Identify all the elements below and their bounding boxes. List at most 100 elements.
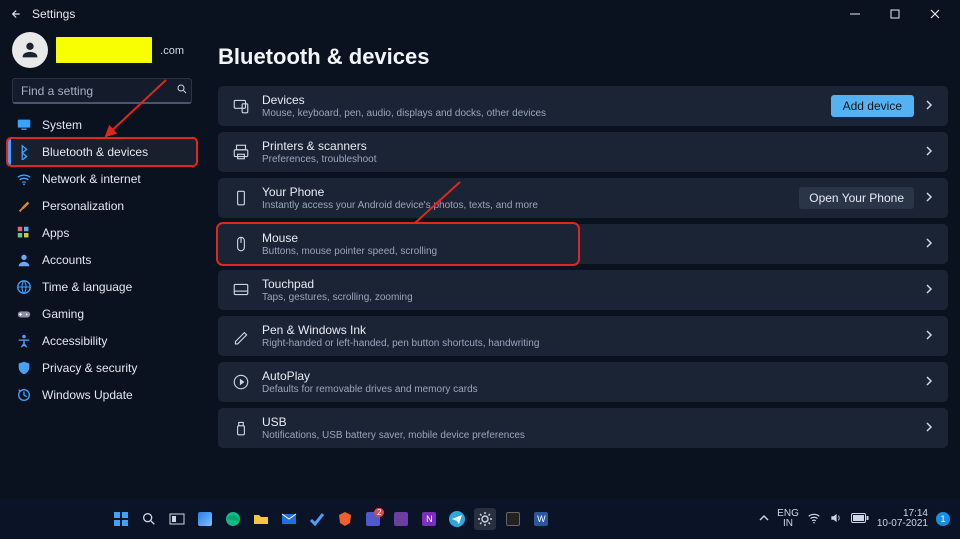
pinned-onenote[interactable]: N xyxy=(418,508,440,530)
card-title: Mouse xyxy=(262,231,564,245)
maximize-icon xyxy=(889,8,901,20)
nav-item-label: Privacy & security xyxy=(42,361,137,375)
card-subtitle: Preferences, troubleshoot xyxy=(262,154,924,165)
pinned-edge[interactable] xyxy=(222,508,244,530)
widgets-icon xyxy=(198,512,212,526)
taskbar: 2 N W ENG IN 17:14 10-07-2021 1 xyxy=(0,499,960,539)
card-title: Devices xyxy=(262,93,831,107)
monitor-icon xyxy=(16,117,32,133)
nav-item-accessibility[interactable]: Accessibility xyxy=(8,328,196,354)
nav-item-time-language[interactable]: Time & language xyxy=(8,274,196,300)
widgets-button[interactable] xyxy=(194,508,216,530)
nav-item-gaming[interactable]: Gaming xyxy=(8,301,196,327)
chevron-right-icon xyxy=(924,99,934,113)
account-profile[interactable] xyxy=(12,32,192,68)
pinned-settings[interactable] xyxy=(474,508,496,530)
chevron-right-icon xyxy=(924,237,934,251)
card-subtitle: Buttons, mouse pointer speed, scrolling xyxy=(262,246,564,257)
settings-card-mouse[interactable]: MouseButtons, mouse pointer speed, scrol… xyxy=(218,224,578,264)
pinned-brave[interactable] xyxy=(334,508,356,530)
globe-icon xyxy=(16,279,32,295)
pinned-mail[interactable] xyxy=(278,508,300,530)
maximize-button[interactable] xyxy=(876,0,914,28)
card-title: USB xyxy=(262,415,924,429)
close-button[interactable] xyxy=(916,0,954,28)
tray-volume[interactable] xyxy=(829,511,843,528)
nav-item-system[interactable]: System xyxy=(8,112,196,138)
search-box[interactable] xyxy=(12,78,192,104)
taskbar-search[interactable] xyxy=(138,508,160,530)
minimize-button[interactable] xyxy=(836,0,874,28)
settings-card-your-phone[interactable]: Your PhoneInstantly access your Android … xyxy=(218,178,948,218)
start-button[interactable] xyxy=(110,508,132,530)
back-button[interactable] xyxy=(6,7,24,21)
tray-notifications[interactable]: 1 xyxy=(936,512,950,526)
card-subtitle: Notifications, USB battery saver, mobile… xyxy=(262,430,924,441)
nav-item-accounts[interactable]: Accounts xyxy=(8,247,196,273)
nav-item-label: Time & language xyxy=(42,280,132,294)
content-area: Bluetooth & devices DevicesMouse, keyboa… xyxy=(196,28,952,499)
nav-item-label: Accounts xyxy=(42,253,91,267)
pinned-app-purple[interactable] xyxy=(390,508,412,530)
app-icon xyxy=(394,512,408,526)
settings-card-usb[interactable]: USBNotifications, USB battery saver, mob… xyxy=(218,408,948,448)
tray-clock[interactable]: 17:14 10-07-2021 xyxy=(877,509,928,529)
wifi-icon xyxy=(16,171,32,187)
taskbar-center: 2 N W xyxy=(110,508,552,530)
nav-item-personalization[interactable]: Personalization xyxy=(8,193,196,219)
settings-card-pen-windows-ink[interactable]: Pen & Windows InkRight-handed or left-ha… xyxy=(218,316,948,356)
tray-overflow[interactable] xyxy=(759,513,769,526)
pinned-telegram[interactable] xyxy=(446,508,468,530)
pinned-teams[interactable]: 2 xyxy=(362,508,384,530)
settings-card-printers-scanners[interactable]: Printers & scannersPreferences, troubles… xyxy=(218,132,948,172)
tray-wifi[interactable] xyxy=(807,511,821,528)
nav-item-apps[interactable]: Apps xyxy=(8,220,196,246)
tray-language[interactable]: ENG IN xyxy=(777,509,799,529)
check-icon xyxy=(309,511,325,527)
close-icon xyxy=(929,8,941,20)
mouse-icon xyxy=(230,235,252,253)
pinned-app-davinci[interactable] xyxy=(502,508,524,530)
card-text: Your PhoneInstantly access your Android … xyxy=(262,185,799,211)
pinned-todo[interactable] xyxy=(306,508,328,530)
nav-item-label: Network & internet xyxy=(42,172,141,186)
chevron-right-icon xyxy=(924,283,934,297)
wifi-icon xyxy=(807,511,821,525)
nav-item-windows-update[interactable]: Windows Update xyxy=(8,382,196,408)
open-your-phone-button[interactable]: Open Your Phone xyxy=(799,187,914,209)
search-input[interactable] xyxy=(21,84,176,98)
nav-item-label: Accessibility xyxy=(42,334,107,348)
clock-date: 10-07-2021 xyxy=(877,519,928,529)
update-icon xyxy=(16,387,32,403)
settings-card-list: DevicesMouse, keyboard, pen, audio, disp… xyxy=(218,86,948,448)
nav-item-network-internet[interactable]: Network & internet xyxy=(8,166,196,192)
telegram-icon xyxy=(449,511,465,527)
settings-card-devices[interactable]: DevicesMouse, keyboard, pen, audio, disp… xyxy=(218,86,948,126)
title-bar: Settings xyxy=(0,0,960,28)
pinned-word[interactable]: W xyxy=(530,508,552,530)
pen-icon xyxy=(230,327,252,345)
lang-bottom: IN xyxy=(777,519,799,529)
nav-item-privacy-security[interactable]: Privacy & security xyxy=(8,355,196,381)
settings-card-touchpad[interactable]: TouchpadTaps, gestures, scrolling, zoomi… xyxy=(218,270,948,310)
app-icon xyxy=(506,512,520,526)
card-text: Pen & Windows InkRight-handed or left-ha… xyxy=(262,323,924,349)
tray-battery[interactable] xyxy=(851,512,869,527)
battery-icon xyxy=(851,512,869,524)
card-text: DevicesMouse, keyboard, pen, audio, disp… xyxy=(262,93,831,119)
task-view-button[interactable] xyxy=(166,508,188,530)
nav-item-bluetooth-devices[interactable]: Bluetooth & devices xyxy=(8,139,196,165)
teams-icon: 2 xyxy=(366,512,380,526)
avatar xyxy=(12,32,48,68)
person-icon xyxy=(19,39,41,61)
nav-item-label: Apps xyxy=(42,226,69,240)
nav-item-label: Bluetooth & devices xyxy=(42,145,148,159)
chevron-right-icon xyxy=(924,329,934,343)
card-text: MouseButtons, mouse pointer speed, scrol… xyxy=(262,231,564,257)
add-device-button[interactable]: Add device xyxy=(831,95,914,117)
nav-list: System Bluetooth & devices Network & inter… xyxy=(8,112,196,408)
pinned-explorer[interactable] xyxy=(250,508,272,530)
onenote-icon: N xyxy=(422,512,436,526)
search-icon xyxy=(141,511,157,527)
settings-card-autoplay[interactable]: AutoPlayDefaults for removable drives an… xyxy=(218,362,948,402)
